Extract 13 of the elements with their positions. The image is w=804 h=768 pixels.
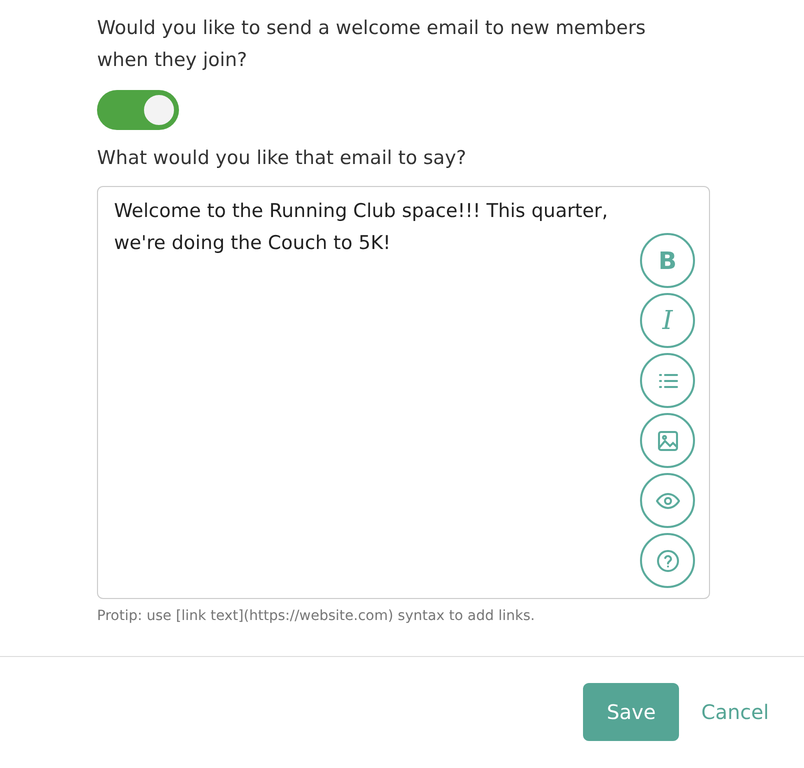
italic-glyph: I	[662, 306, 673, 336]
bold-glyph: B	[658, 246, 677, 274]
protip-text: Protip: use [link text](https://website.com) syntax to add links.	[97, 608, 536, 624]
bold-button[interactable]: B	[640, 233, 695, 288]
image-icon	[656, 428, 680, 452]
help-icon	[656, 548, 680, 572]
question-text: Would you like to send a welcome email to new members when they join?	[97, 16, 647, 73]
italic-button[interactable]: I	[640, 293, 695, 348]
message-editor[interactable]: Welcome to the Running Club space!!! This quarter, we're doing the Couch to 5K! B I	[97, 186, 710, 599]
welcome-email-toggle[interactable]	[97, 90, 179, 130]
cancel-link[interactable]: Cancel	[701, 700, 769, 724]
save-button[interactable]: Save	[583, 683, 680, 741]
message-label: What would you like that email to say?	[97, 146, 468, 171]
